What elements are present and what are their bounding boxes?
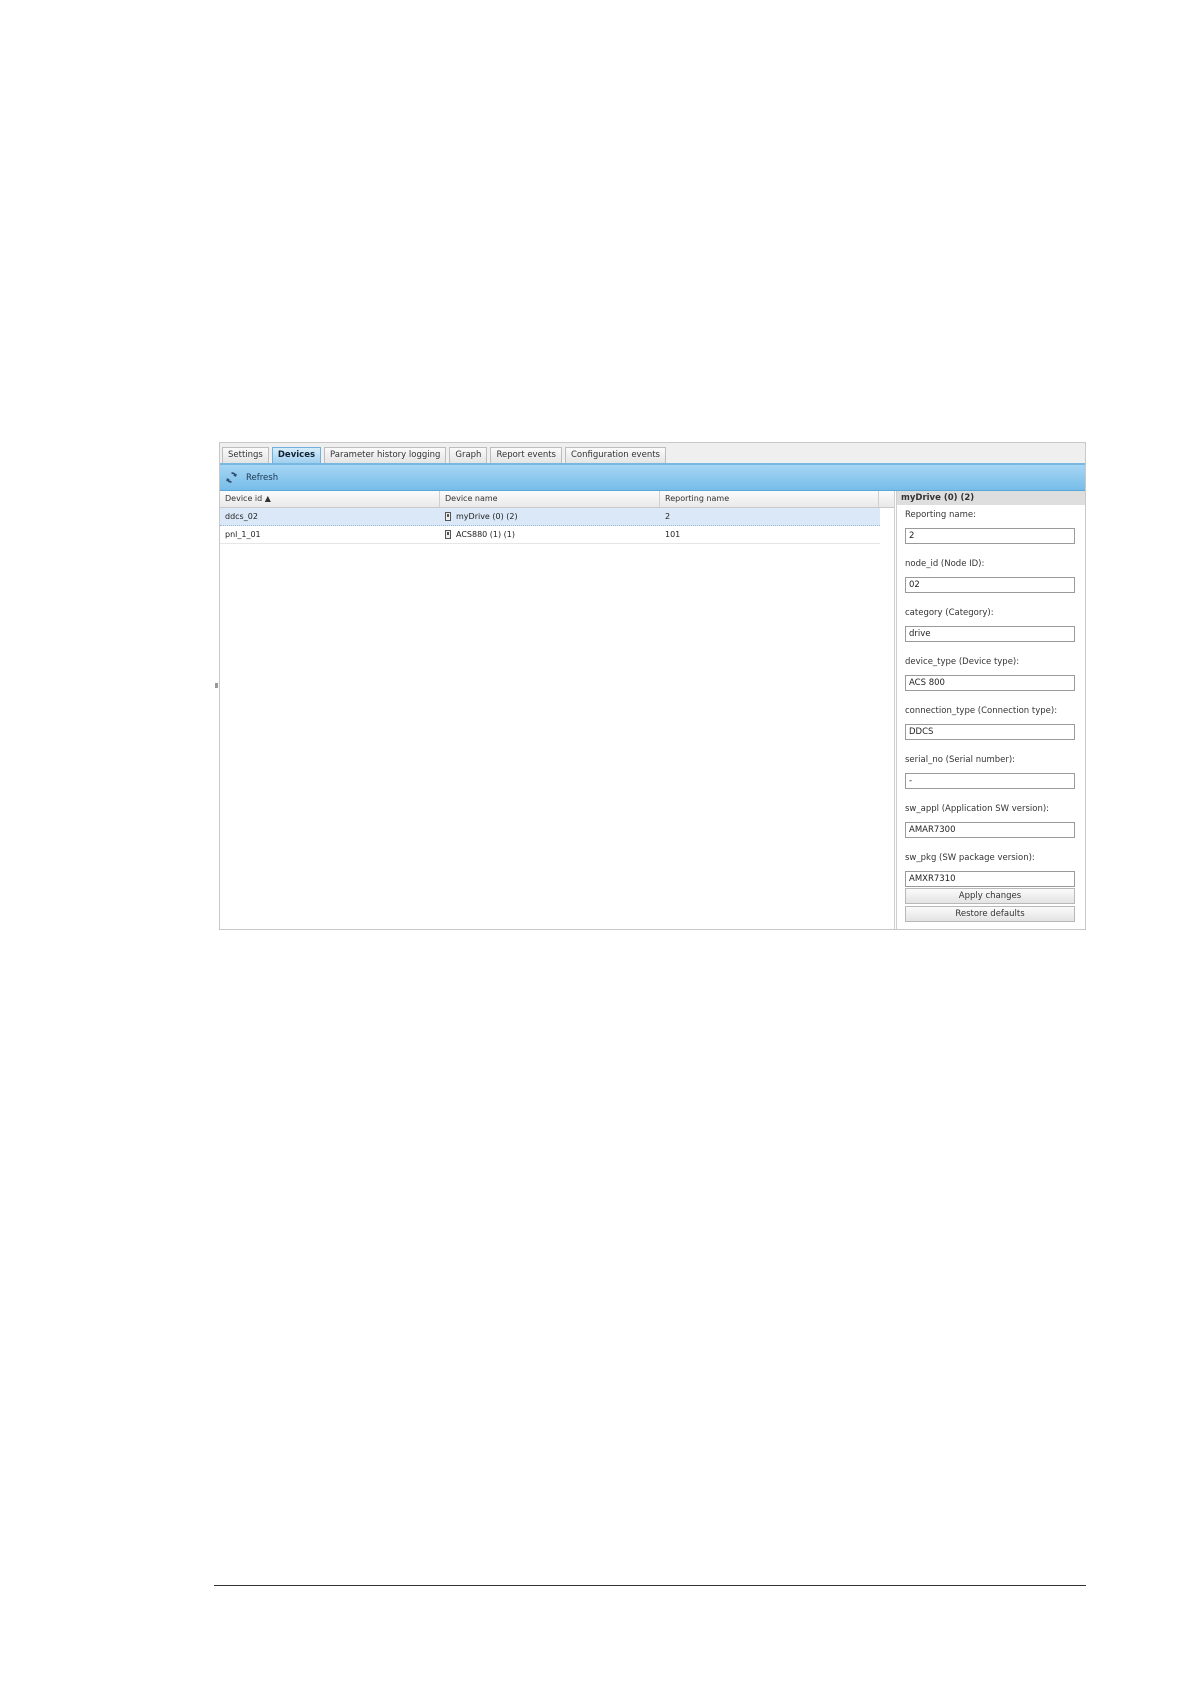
cell-reporting-name: 101	[665, 530, 681, 539]
field-node-id: node_id (Node ID):	[905, 558, 1077, 593]
table-row[interactable]: ddcs_02 myDrive (0) (2) 2	[220, 508, 880, 526]
table-row[interactable]: pnl_1_01 ACS880 (1) (1) 101	[220, 526, 880, 544]
node-id-input[interactable]	[905, 577, 1075, 593]
column-header-device-id[interactable]: Device id ▲	[220, 491, 440, 507]
column-header-reporting-name[interactable]: Reporting name	[660, 491, 879, 507]
field-label: category (Category):	[905, 608, 994, 618]
device-details-panel: myDrive (0) (2) Reporting name: node_id …	[896, 491, 1085, 929]
refresh-icon	[226, 472, 237, 483]
category-input[interactable]	[905, 626, 1075, 642]
tab-bar: Settings Devices Parameter history loggi…	[220, 443, 1085, 465]
cell-device-id: pnl_1_01	[225, 530, 261, 539]
cell-device-name: myDrive (0) (2)	[440, 508, 660, 525]
field-sw-appl: sw_appl (Application SW version):	[905, 803, 1077, 838]
tab-graph[interactable]: Graph	[449, 447, 488, 463]
field-label: sw_appl (Application SW version):	[905, 804, 1050, 814]
tab-parameter-history-logging[interactable]: Parameter history logging	[324, 447, 447, 463]
refresh-button[interactable]: Refresh	[225, 471, 278, 484]
column-header-device-name[interactable]: Device name	[440, 491, 660, 507]
field-serial-no: serial_no (Serial number):	[905, 754, 1077, 789]
field-connection-type: connection_type (Connection type):	[905, 705, 1077, 740]
field-sw-pkg: sw_pkg (SW package version):	[905, 852, 1077, 887]
field-label: device_type (Device type):	[905, 657, 1020, 667]
field-label: connection_type (Connection type):	[905, 706, 1058, 716]
reporting-name-input[interactable]	[905, 528, 1075, 544]
field-label: Reporting name:	[905, 510, 976, 520]
grid-header: Device id ▲ Device name Reporting name	[220, 491, 880, 508]
grid-scrollbar-gutter	[880, 491, 895, 929]
footer-divider	[214, 1585, 1086, 1586]
field-label: node_id (Node ID):	[905, 559, 985, 569]
tab-devices[interactable]: Devices	[271, 447, 322, 463]
field-category: category (Category):	[905, 607, 1077, 642]
grid-header-filler	[880, 491, 894, 508]
device-icon	[445, 512, 451, 521]
app-window: Settings Devices Parameter history loggi…	[219, 442, 1086, 930]
field-reporting-name: Reporting name:	[905, 509, 1077, 544]
cell-device-name: ACS880 (1) (1)	[440, 526, 660, 543]
apply-changes-button[interactable]: Apply changes	[905, 888, 1075, 904]
devices-grid: Device id ▲ Device name Reporting name d…	[220, 491, 880, 929]
tab-configuration-events[interactable]: Configuration events	[564, 447, 666, 463]
document-page: Settings Devices Parameter history loggi…	[0, 0, 1190, 1684]
device-icon	[445, 530, 451, 539]
splitter-handle[interactable]	[215, 683, 218, 688]
cell-device-id: ddcs_02	[225, 512, 258, 521]
device-type-input[interactable]	[905, 675, 1075, 691]
field-device-type: device_type (Device type):	[905, 656, 1077, 691]
connection-type-input[interactable]	[905, 724, 1075, 740]
field-label: serial_no (Serial number):	[905, 755, 1016, 765]
restore-defaults-button[interactable]: Restore defaults	[905, 906, 1075, 922]
device-name-text: ACS880 (1) (1)	[456, 530, 516, 539]
toolbar: Refresh	[220, 465, 1085, 491]
sw-pkg-input[interactable]	[905, 871, 1075, 887]
details-form: Reporting name: node_id (Node ID): categ…	[897, 505, 1085, 887]
tab-report-events[interactable]: Report events	[490, 447, 562, 463]
serial-no-input[interactable]	[905, 773, 1075, 789]
refresh-label: Refresh	[246, 472, 279, 483]
tab-settings[interactable]: Settings	[222, 447, 269, 463]
device-name-text: myDrive (0) (2)	[456, 512, 518, 521]
field-label: sw_pkg (SW package version):	[905, 853, 1035, 863]
sw-appl-input[interactable]	[905, 822, 1075, 838]
panel-title: myDrive (0) (2)	[897, 491, 1085, 505]
cell-reporting-name: 2	[665, 512, 671, 521]
